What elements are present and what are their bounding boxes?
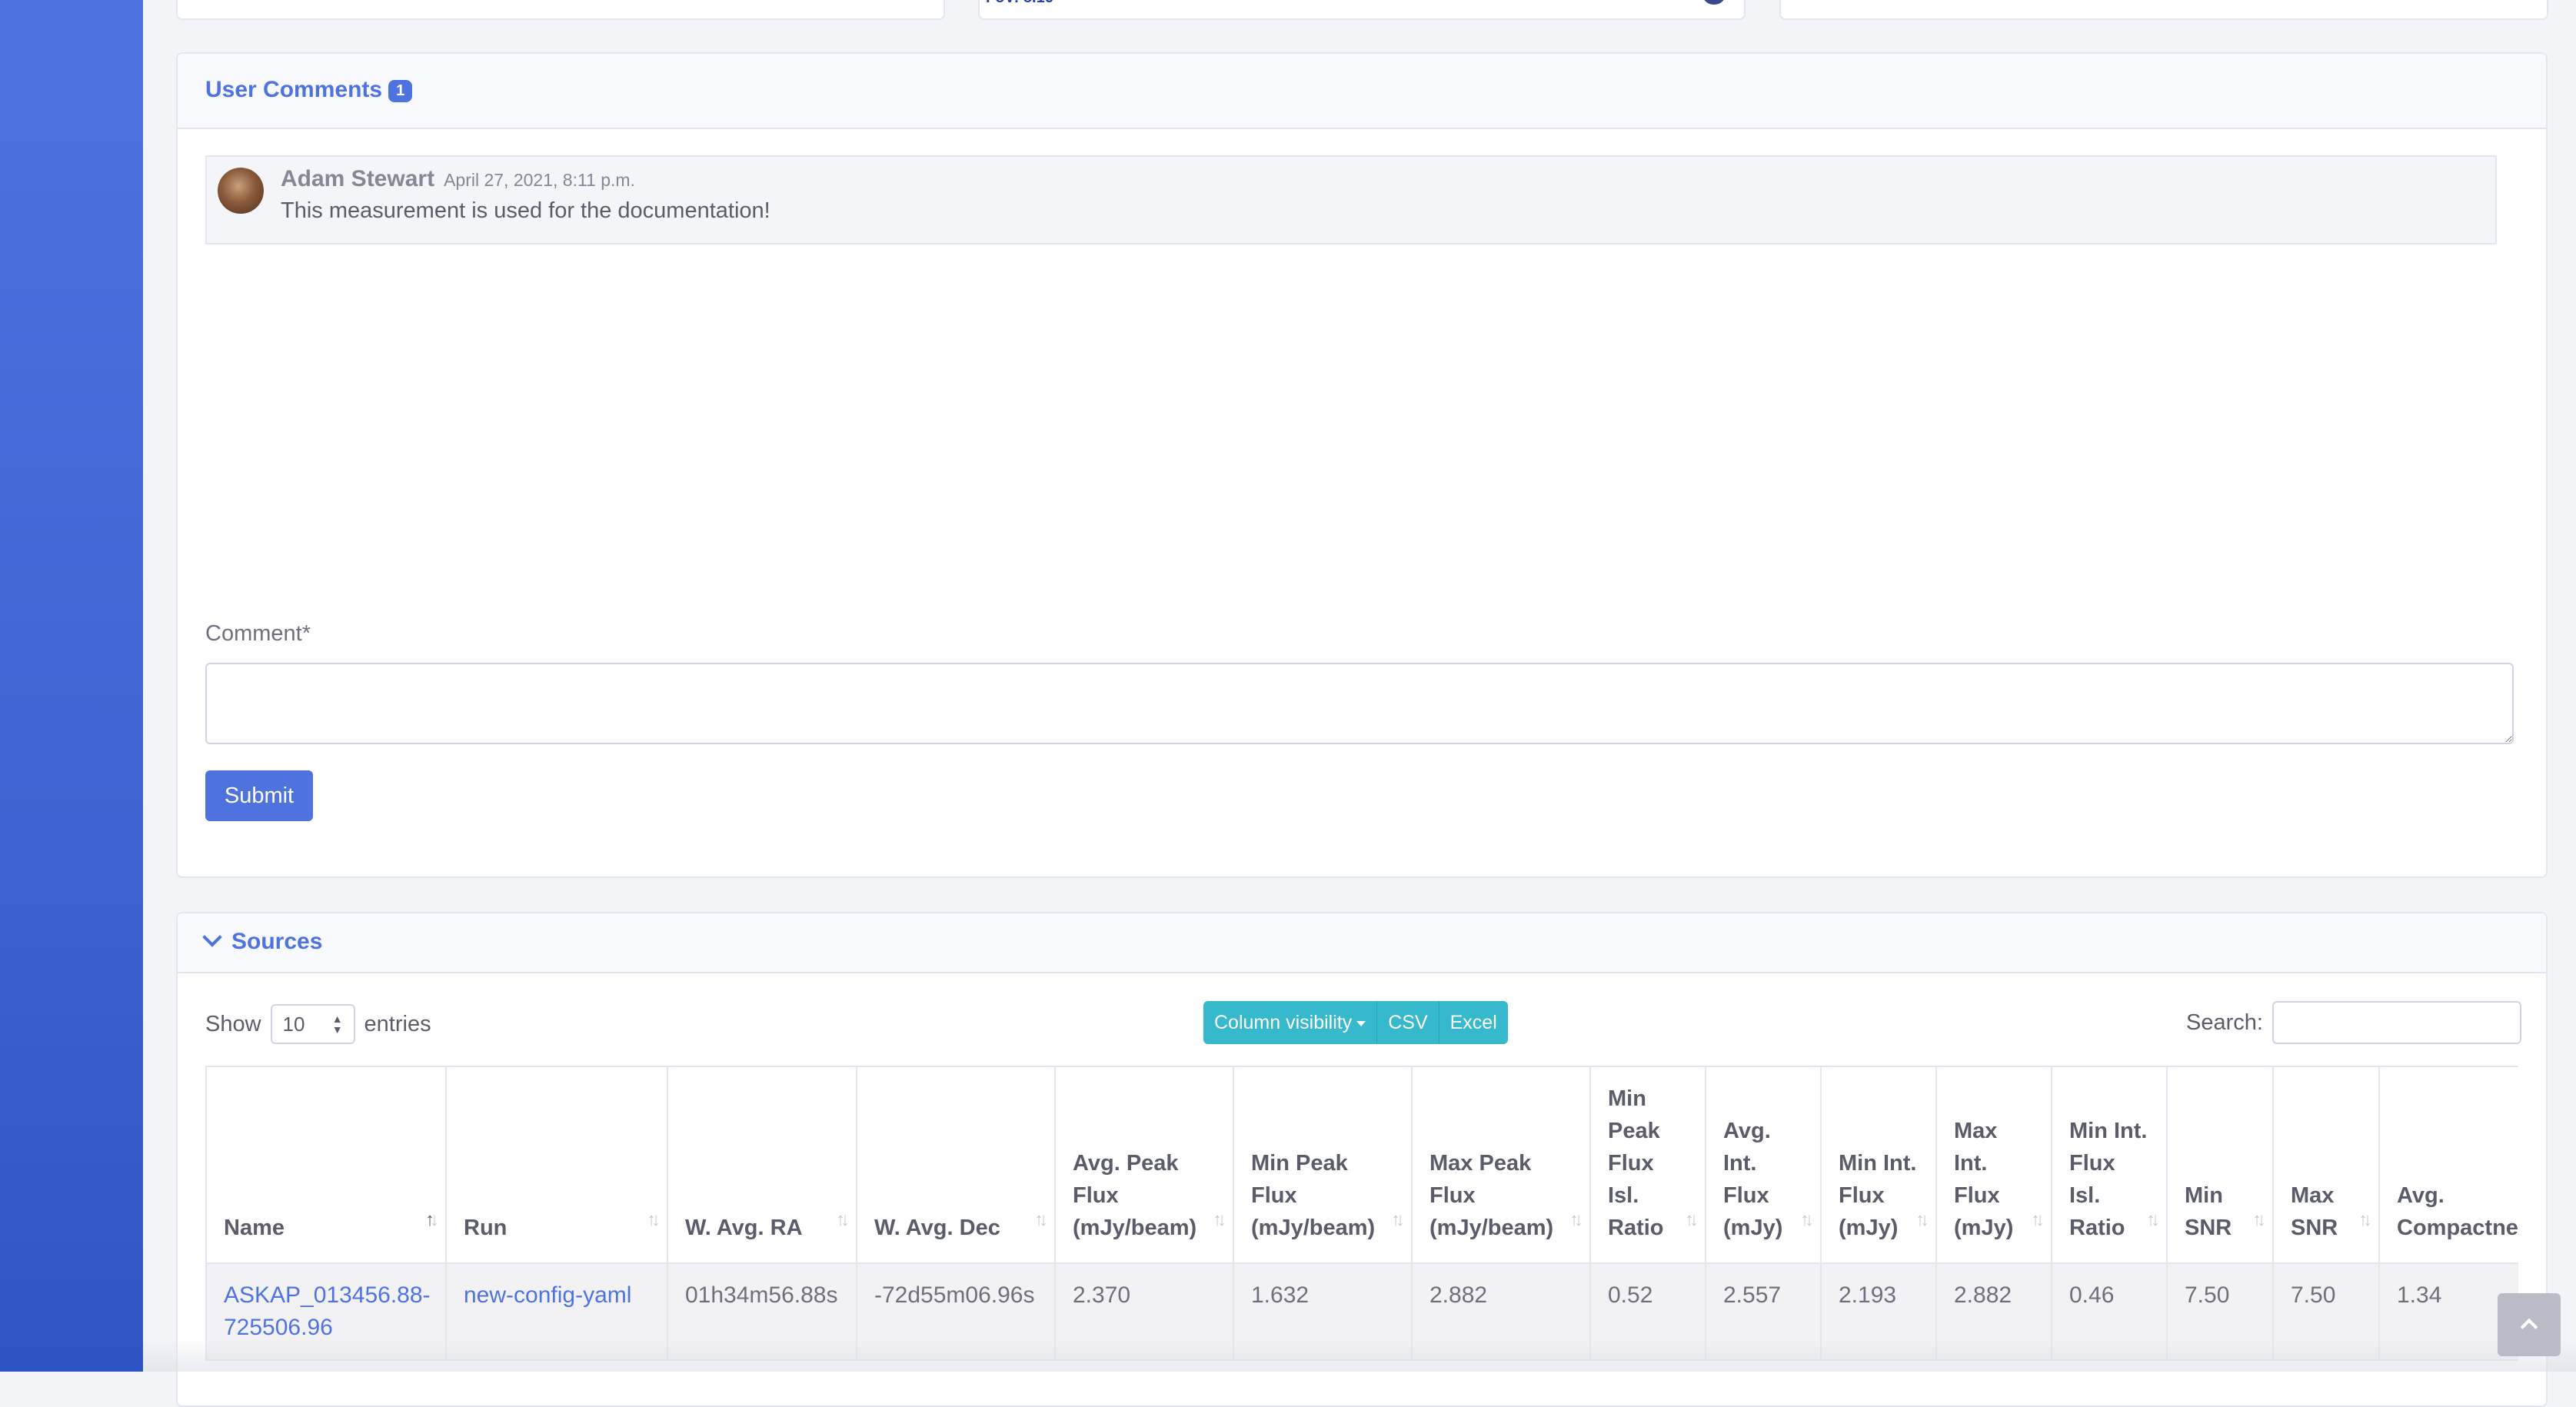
sort-icon: ↑↓ (836, 1209, 850, 1230)
csv-button[interactable]: CSV (1377, 1001, 1439, 1044)
sort-icon: ↑↓ (2358, 1209, 2372, 1230)
run-link[interactable]: new-config-yaml (464, 1282, 631, 1308)
column-header-min-snr[interactable]: Min SNR ↑↓ (2166, 1066, 2274, 1264)
column-header-avg-compactness[interactable]: Avg. Compactness (2378, 1066, 2518, 1264)
sort-asc-icon: ↑↓ (425, 1209, 439, 1230)
sources-card: Sources Show 10 ▲ ▼ entries Column visibi… (176, 912, 2548, 1407)
select-arrows-icon: ▲ ▼ (331, 1013, 343, 1036)
sort-icon: ↑↓ (1034, 1209, 1048, 1230)
entries-select-value: 10 (282, 1012, 305, 1036)
entries-select[interactable]: 10 ▲ ▼ (270, 1004, 355, 1044)
column-header-dec[interactable]: W. Avg. Dec ↑↓ (856, 1066, 1056, 1264)
column-header-min-peak-flux[interactable]: Min Peak Flux (mJy/beam) ↑↓ (1233, 1066, 1413, 1264)
column-header-min-int-flux-isl-ratio[interactable]: Min Int. Flux Isl. Ratio ↑↓ (2051, 1066, 2168, 1264)
comment-text: This measurement is used for the documen… (281, 198, 770, 223)
column-header-avg-int-flux[interactable]: Avg. Int. Flux (mJy) ↑↓ (1705, 1066, 1822, 1264)
submit-button[interactable]: Submit (205, 770, 313, 821)
sort-icon: ↑↓ (2031, 1209, 2045, 1230)
sort-icon: ↑↓ (1685, 1209, 1699, 1230)
column-header-min-peak-flux-isl-ratio[interactable]: Min Peak Flux Isl. Ratio ↑↓ (1589, 1066, 1706, 1264)
comment-date: April 27, 2021, 8:11 p.m. (444, 170, 635, 190)
comment-field-label: Comment* (205, 621, 311, 646)
column-header-ra[interactable]: W. Avg. RA ↑↓ (667, 1066, 857, 1264)
table-search: Search: (2186, 1001, 2521, 1044)
column-visibility-label: Column visibility (1214, 1012, 1353, 1033)
sidebar (0, 0, 143, 1372)
column-header-max-peak-flux[interactable]: Max Peak Flux (mJy/beam) ↑↓ (1411, 1066, 1591, 1264)
image-thumbnail-icon (1702, 0, 1726, 5)
comment-author: Adam Stewart (281, 166, 435, 191)
top-panel-left (176, 0, 945, 20)
column-header-name[interactable]: Name ↑↓ (205, 1066, 447, 1264)
caret-down-icon (1356, 1020, 1366, 1026)
chevron-up-icon (2520, 1318, 2538, 1336)
search-label: Search: (2186, 1010, 2263, 1035)
sources-table: Name ↑↓ Run ↑↓ W. Avg. RA ↑↓ W. Avg. Dec ↑↓ … (205, 1066, 2518, 1361)
sort-icon: ↑↓ (1391, 1209, 1405, 1230)
export-button-group: Column visibility CSV Excel (1203, 1001, 1508, 1044)
top-panel-center: FoV: 8.16 (978, 0, 1746, 20)
sources-title[interactable]: Sources (202, 927, 323, 955)
sort-icon: ↑↓ (2252, 1209, 2266, 1230)
sources-title-text: Sources (231, 929, 323, 954)
sort-icon: ↑↓ (647, 1209, 661, 1230)
chevron-down-icon (202, 927, 222, 947)
scroll-to-top-button[interactable] (2498, 1293, 2561, 1356)
search-input[interactable] (2271, 1001, 2521, 1044)
table-header-row: Name ↑↓ Run ↑↓ W. Avg. RA ↑↓ W. Avg. Dec ↑↓ … (205, 1066, 2518, 1264)
excel-button[interactable]: Excel (1439, 1001, 1508, 1044)
column-header-max-snr[interactable]: Max SNR ↑↓ (2272, 1066, 2380, 1264)
source-name-link[interactable]: ASKAP_013456.88-725506.96 (224, 1282, 431, 1340)
comment-item: Adam Stewart April 27, 2021, 8:11 p.m. Th… (205, 155, 2497, 244)
column-header-run[interactable]: Run ↑↓ (445, 1066, 668, 1264)
column-header-avg-peak-flux[interactable]: Avg. Peak Flux (mJy/beam) ↑↓ (1054, 1066, 1234, 1264)
comment-author-line: Adam Stewart April 27, 2021, 8:11 p.m. (281, 166, 635, 192)
bottom-fade-overlay (143, 1338, 2576, 1372)
sort-icon: ↑↓ (1800, 1209, 1814, 1230)
sort-icon: ↑↓ (1915, 1209, 1929, 1230)
comment-textarea[interactable] (205, 663, 2514, 744)
avatar (218, 168, 264, 214)
comments-count-badge: 1 (388, 79, 413, 102)
sources-card-header[interactable]: Sources (178, 913, 2546, 973)
column-header-min-int-flux[interactable]: Min Int. Flux (mJy) ↑↓ (1820, 1066, 1937, 1264)
column-visibility-button[interactable]: Column visibility (1203, 1001, 1378, 1044)
comments-title-text: User Comments (205, 77, 383, 102)
comments-title[interactable]: User Comments 1 (205, 77, 413, 103)
fov-label: FoV: 8.16 (986, 0, 1053, 7)
length-menu: Show 10 ▲ ▼ entries (205, 1004, 431, 1044)
comments-card-header: User Comments 1 (178, 54, 2546, 129)
sort-icon: ↑↓ (1213, 1209, 1226, 1230)
top-panel-right (1779, 0, 2548, 20)
sort-icon: ↑↓ (1569, 1209, 1583, 1230)
length-menu-suffix: entries (364, 1011, 431, 1036)
sort-icon: ↑↓ (2146, 1209, 2160, 1230)
length-menu-prefix: Show (205, 1011, 261, 1036)
column-header-max-int-flux[interactable]: Max Int. Flux (mJy) ↑↓ (1935, 1066, 2052, 1264)
comments-card: User Comments 1 Adam Stewart April 27, 202… (176, 52, 2548, 878)
